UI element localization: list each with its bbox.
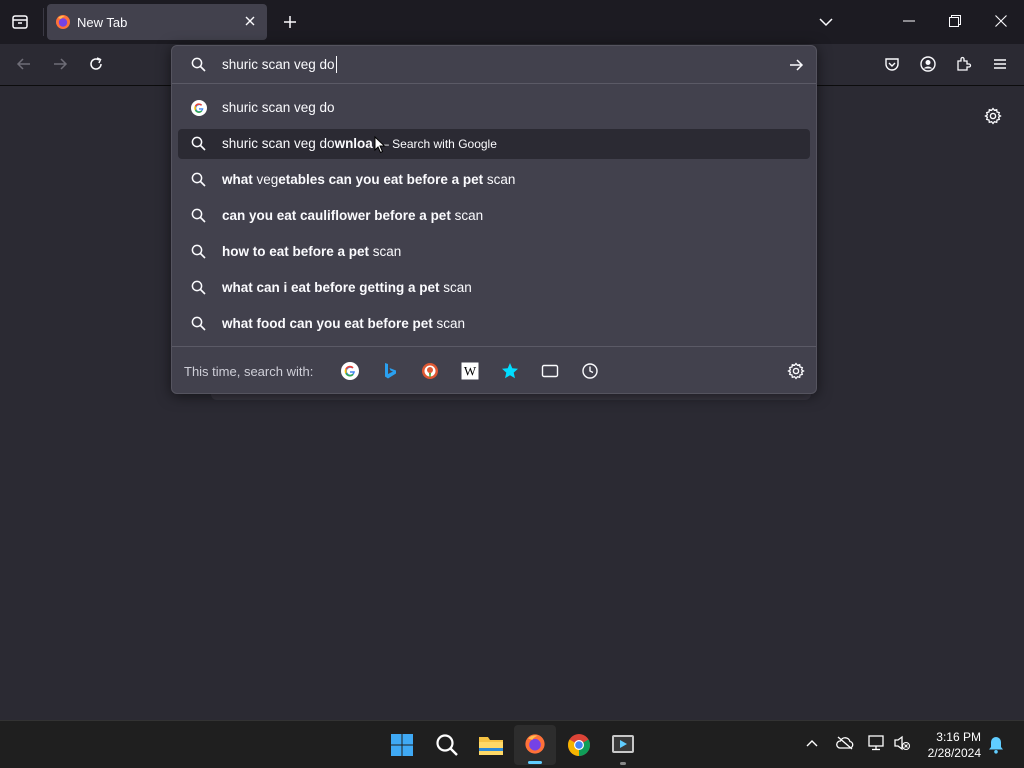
extensions-puzzle-icon[interactable]	[956, 56, 972, 72]
search-icon	[191, 57, 206, 72]
show-hidden-icons-chevron-icon[interactable]	[806, 738, 818, 748]
go-arrow-icon[interactable]	[788, 57, 804, 73]
search-settings-gear-icon[interactable]	[787, 362, 805, 380]
suggestion-row[interactable]: what food can you eat before pet scan	[178, 309, 810, 339]
notification-bell-icon[interactable]	[988, 736, 1004, 754]
tabs-icon[interactable]	[541, 362, 559, 380]
running-indicator	[620, 762, 626, 765]
firefox-taskbar-icon	[524, 733, 546, 755]
suggestion-text: can you eat cauliflower before a pet sca…	[222, 208, 484, 223]
file-explorer-icon[interactable]	[478, 733, 504, 757]
reload-icon[interactable]	[88, 56, 104, 72]
onedrive-offline-icon[interactable]	[836, 736, 854, 750]
suggestion-row-selected[interactable]: shuric scan veg downloa — Search with Goo…	[178, 129, 810, 159]
one-off-search-bar: This time, search with: W	[172, 346, 816, 394]
forward-arrow-icon[interactable]	[52, 56, 68, 72]
firefox-logo-icon	[55, 14, 71, 30]
pocket-icon[interactable]	[884, 56, 900, 72]
restore-icon[interactable]	[949, 15, 961, 27]
suggestion-row[interactable]: how to eat before a pet scan	[178, 237, 810, 267]
search-icon	[191, 280, 206, 295]
new-tab-plus-icon[interactable]	[282, 14, 298, 30]
search-icon	[191, 316, 206, 331]
suggestion-text: what vegetables can you eat before a pet…	[222, 172, 516, 187]
chrome-icon[interactable]	[567, 733, 591, 757]
urlbar-dropdown: shuric scan veg do shuric scan veg downl…	[171, 45, 817, 394]
search-icon	[191, 136, 206, 151]
search-with-label: — Search with Google	[376, 137, 497, 151]
close-tab-icon[interactable]	[244, 15, 256, 27]
suggestion-text: how to eat before a pet scan	[222, 244, 402, 259]
suggestion-text: what can i eat before getting a pet scan	[222, 280, 472, 295]
windows-taskbar: 3:16 PM 2/28/2024	[0, 720, 1024, 768]
minimize-icon[interactable]	[903, 20, 915, 22]
taskbar-search-icon[interactable]	[435, 733, 459, 757]
list-all-tabs-chevron-icon[interactable]	[818, 14, 834, 30]
account-icon[interactable]	[920, 56, 936, 72]
close-window-icon[interactable]	[995, 15, 1007, 27]
mouse-cursor-icon	[374, 136, 386, 154]
menu-hamburger-icon[interactable]	[992, 56, 1008, 72]
suggestion-text: shuric scan veg downloa — Search with Goo…	[222, 136, 497, 151]
divider	[43, 8, 44, 36]
windows-start-icon[interactable]	[390, 733, 414, 757]
suggestion-row[interactable]: shuric scan veg do	[178, 93, 810, 123]
volume-muted-icon[interactable]	[893, 735, 911, 751]
clock-time[interactable]: 3:16 PM	[925, 730, 981, 744]
media-player-icon[interactable]	[611, 733, 635, 757]
bookmarks-star-icon[interactable]	[501, 362, 519, 380]
wikipedia-engine-icon[interactable]: W	[461, 362, 479, 380]
google-engine-icon[interactable]	[341, 362, 359, 380]
suggestion-row[interactable]: what can i eat before getting a pet scan	[178, 273, 810, 303]
urlbar-input-row	[172, 46, 816, 84]
tab-new-tab[interactable]: New Tab	[47, 4, 267, 40]
bing-engine-icon[interactable]	[381, 362, 399, 380]
tab-title: New Tab	[77, 15, 128, 30]
suggestion-text: shuric scan veg do	[222, 100, 335, 115]
google-icon	[191, 100, 207, 116]
one-off-label: This time, search with:	[184, 364, 314, 379]
clock-date[interactable]: 2/28/2024	[920, 746, 981, 760]
search-icon	[191, 172, 206, 187]
network-icon[interactable]	[868, 735, 886, 751]
urlbar-input[interactable]	[222, 57, 762, 72]
firefox-taskbar-button[interactable]	[514, 725, 556, 765]
history-clock-icon[interactable]	[581, 362, 599, 380]
search-icon	[191, 208, 206, 223]
text-caret	[336, 56, 337, 73]
back-arrow-icon[interactable]	[16, 56, 32, 72]
svg-text:W: W	[464, 364, 477, 379]
duckduckgo-engine-icon[interactable]	[421, 362, 439, 380]
suggestion-row[interactable]: can you eat cauliflower before a pet sca…	[178, 201, 810, 231]
customize-gear-icon[interactable]	[984, 107, 1002, 125]
tab-strip: New Tab	[0, 0, 1024, 44]
firefox-view-icon[interactable]	[11, 13, 29, 31]
active-indicator	[528, 761, 542, 764]
suggestion-text: what food can you eat before pet scan	[222, 316, 466, 331]
search-icon	[191, 244, 206, 259]
suggestion-row[interactable]: what vegetables can you eat before a pet…	[178, 165, 810, 195]
